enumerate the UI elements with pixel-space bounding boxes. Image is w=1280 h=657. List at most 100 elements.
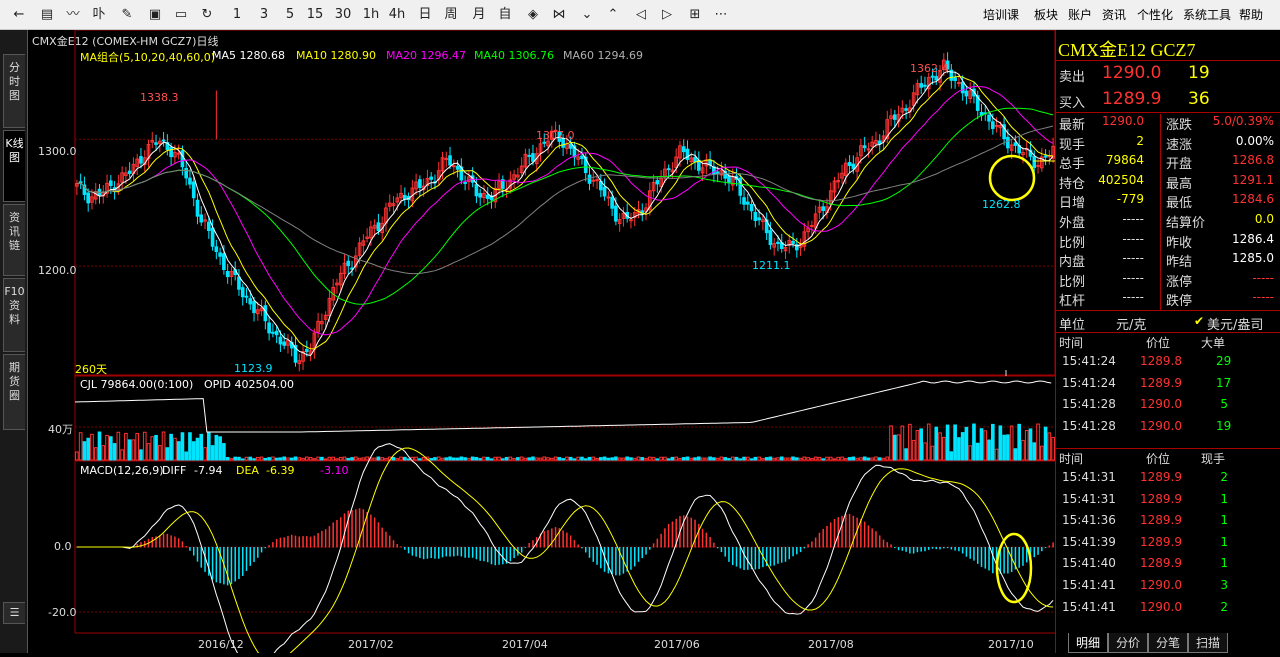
candle-body bbox=[346, 260, 351, 267]
volume-bar bbox=[787, 457, 792, 461]
volume-bar bbox=[783, 457, 788, 461]
right-icon[interactable]: ▷ bbox=[658, 5, 676, 25]
period-15[interactable]: 15 bbox=[306, 5, 324, 25]
quote-row-value: ----- bbox=[1122, 251, 1144, 266]
macd-bar bbox=[799, 547, 802, 553]
side-tab-timeshare[interactable]: 分时图 bbox=[3, 54, 25, 128]
more-icon[interactable]: ⋯ bbox=[712, 5, 730, 25]
candle-body bbox=[222, 253, 226, 271]
period-day[interactable]: 日 bbox=[416, 5, 434, 25]
tick-cell: 15:41:36 bbox=[1062, 513, 1116, 528]
menu-help[interactable]: 帮助 bbox=[1239, 5, 1263, 25]
kline-chart[interactable]: CMX金E12 (COMEX-HM GCZ7)日线 MA组合(5,10,20,4… bbox=[28, 29, 1056, 657]
table-header: 时间 bbox=[1059, 336, 1084, 350]
period-4h[interactable]: 4h bbox=[388, 5, 406, 25]
tab-scan[interactable]: 扫描 bbox=[1188, 633, 1228, 653]
side-tab-f10[interactable]: F10资料 bbox=[3, 278, 25, 352]
volume-bar bbox=[689, 457, 694, 461]
candle-body bbox=[892, 114, 897, 120]
volume-bar bbox=[1024, 430, 1029, 461]
sell-volume: 19 bbox=[1188, 63, 1210, 83]
line-chart-icon[interactable]: 〰 bbox=[64, 5, 82, 25]
collapse-icon[interactable]: ⋈ bbox=[550, 5, 568, 25]
big-order-cell: 1289.9 bbox=[1140, 375, 1182, 390]
quote-row-value: 402504 bbox=[1098, 172, 1144, 187]
period-3[interactable]: 3 bbox=[255, 5, 273, 25]
side-tab-futures-circle[interactable]: 期货圈 bbox=[3, 354, 25, 430]
macd-diff-label: DIFF bbox=[162, 464, 187, 477]
macd-bar bbox=[822, 528, 824, 548]
macd-bar bbox=[170, 535, 172, 548]
period-1[interactable]: 1 bbox=[228, 5, 246, 25]
volume-bar bbox=[406, 458, 411, 461]
candle-body bbox=[210, 227, 215, 247]
volume-bar bbox=[998, 425, 1003, 461]
save-icon[interactable]: ▭ bbox=[172, 5, 190, 25]
volume-bar bbox=[188, 432, 192, 461]
candle-body bbox=[180, 150, 185, 168]
left-icon[interactable]: ◁ bbox=[632, 5, 650, 25]
kline-svg[interactable] bbox=[28, 29, 1056, 657]
tab-tick[interactable]: 分笔 bbox=[1148, 633, 1188, 653]
vol-axis: 40万 bbox=[48, 423, 73, 436]
period-week[interactable]: 周 bbox=[442, 5, 460, 25]
tick-cell: 1289.9 bbox=[1140, 513, 1182, 528]
macd-bar bbox=[954, 547, 956, 551]
chevron-up-icon[interactable]: ⌃ bbox=[604, 5, 622, 25]
macd-bar bbox=[867, 525, 870, 548]
quote-row-label: 内盘 bbox=[1059, 255, 1086, 271]
draw-icon[interactable]: ✎ bbox=[118, 5, 136, 25]
volume-bar bbox=[561, 458, 565, 461]
candle-body bbox=[176, 152, 181, 155]
macd-axis-neg20: -20.0 bbox=[48, 606, 77, 619]
candle-body bbox=[821, 206, 826, 211]
big-order-cell: 1289.8 bbox=[1140, 354, 1182, 368]
menu-system-tools[interactable]: 系统工具 bbox=[1183, 5, 1231, 25]
volume-bar bbox=[708, 456, 712, 461]
menu-news[interactable]: 资讯 bbox=[1102, 5, 1126, 25]
refresh-icon[interactable]: ↻ bbox=[198, 5, 216, 25]
back-arrow-icon[interactable]: ← bbox=[10, 5, 28, 25]
ma10-value: MA10 1280.90 bbox=[296, 49, 376, 62]
candle-body bbox=[244, 295, 249, 298]
menu-sector[interactable]: 板块 bbox=[1034, 5, 1058, 25]
check-icon[interactable]: ✔ bbox=[1194, 314, 1204, 328]
volume-bar bbox=[987, 439, 991, 461]
unit-usd-oz[interactable]: 美元/盎司 bbox=[1207, 314, 1263, 333]
volume-bar bbox=[338, 456, 343, 461]
period-1h[interactable]: 1h bbox=[362, 5, 380, 25]
chart-window-icon[interactable]: ▣ bbox=[146, 5, 164, 25]
volume-bar bbox=[444, 457, 449, 461]
volume-bar bbox=[218, 436, 222, 461]
side-tab-news-chain[interactable]: 资讯链 bbox=[3, 204, 25, 276]
chevron-down-icon[interactable]: ⌄ bbox=[578, 5, 596, 25]
volume-bar bbox=[764, 457, 769, 461]
grid-icon[interactable]: ▤ bbox=[38, 5, 56, 25]
volume-bar bbox=[1043, 426, 1048, 461]
tab-detail[interactable]: 明细 bbox=[1068, 633, 1108, 653]
period-5[interactable]: 5 bbox=[281, 5, 299, 25]
menu-lines-icon[interactable]: ☰ bbox=[3, 602, 25, 624]
macd-bar bbox=[739, 547, 742, 569]
macd-bar bbox=[140, 542, 142, 548]
tab-price-distribution[interactable]: 分价 bbox=[1108, 633, 1148, 653]
macd-bar bbox=[811, 541, 813, 548]
volume-bar bbox=[286, 457, 290, 461]
volume-bar bbox=[131, 439, 136, 461]
candle-body bbox=[402, 194, 407, 200]
macd-bar bbox=[686, 516, 689, 548]
layout-icon[interactable]: ⊞ bbox=[686, 5, 704, 25]
menu-training[interactable]: 培训课 bbox=[983, 5, 1019, 25]
period-month[interactable]: 月 bbox=[470, 5, 488, 25]
period-custom[interactable]: 自 bbox=[496, 5, 514, 25]
eye-icon[interactable]: ◈ bbox=[524, 5, 542, 25]
volume-bar bbox=[632, 457, 637, 461]
menu-personalize[interactable]: 个性化 bbox=[1137, 5, 1173, 25]
side-tab-kline[interactable]: K线图 bbox=[3, 130, 25, 202]
macd-bar bbox=[159, 535, 161, 548]
candle-body bbox=[451, 165, 456, 168]
period-30[interactable]: 30 bbox=[334, 5, 352, 25]
menu-account[interactable]: 账户 bbox=[1068, 5, 1092, 25]
candlestick-icon[interactable]: 卟 bbox=[90, 5, 108, 25]
volume-bar bbox=[135, 432, 140, 461]
